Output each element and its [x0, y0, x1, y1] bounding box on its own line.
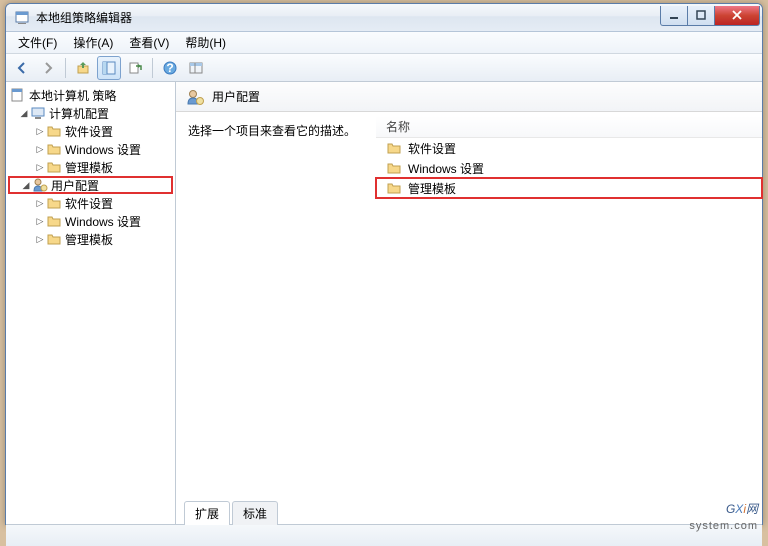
tree-label: Windows 设置 [65, 213, 141, 230]
window-title: 本地组策略编辑器 [36, 9, 660, 26]
back-button[interactable] [10, 56, 34, 80]
list-item-software[interactable]: 软件设置 [376, 138, 762, 158]
brand-suffix: 网 [746, 502, 758, 516]
brand-g: G [726, 502, 735, 516]
close-button[interactable] [714, 6, 760, 26]
user-icon [32, 177, 48, 193]
brand-url: system.com [689, 520, 758, 532]
tree-cc-software[interactable]: ▷ 软件设置 [8, 122, 173, 140]
content-area: 本地计算机 策略 ◢ 计算机配置 ▷ 软件设置 ▷ Windows 设置 ▷ 管… [6, 82, 762, 524]
tree-user-config[interactable]: ◢ 用户配置 [8, 176, 173, 194]
folder-icon [386, 180, 402, 196]
column-label: 名称 [386, 118, 410, 135]
minimize-button[interactable] [660, 6, 688, 26]
expand-icon[interactable]: ▷ [34, 143, 46, 155]
column-header-name[interactable]: 名称 [376, 116, 762, 138]
toolbar-separator [152, 58, 153, 78]
tree-label: Windows 设置 [65, 141, 141, 158]
item-label: 管理模板 [408, 180, 456, 197]
tree-uc-windows[interactable]: ▷ Windows 设置 [8, 212, 173, 230]
tab-extended[interactable]: 扩展 [184, 501, 230, 525]
folder-icon [46, 123, 62, 139]
folder-icon [46, 159, 62, 175]
detail-body: 选择一个项目来查看它的描述。 名称 软件设置 Windows 设置 [176, 112, 762, 500]
toolbar: ? [6, 54, 762, 82]
folder-icon [46, 213, 62, 229]
menu-view[interactable]: 查看(V) [121, 32, 177, 53]
folder-icon [386, 140, 402, 156]
tree-label: 用户配置 [51, 177, 99, 194]
collapse-icon[interactable]: ◢ [20, 179, 32, 191]
tree-pane[interactable]: 本地计算机 策略 ◢ 计算机配置 ▷ 软件设置 ▷ Windows 设置 ▷ 管… [6, 82, 176, 524]
main-window: 本地组策略编辑器 文件(F) 操作(A) 查看(V) 帮助(H) ? 本地计算机… [5, 3, 763, 525]
detail-header: 用户配置 [176, 82, 762, 112]
detail-pane: 用户配置 选择一个项目来查看它的描述。 名称 软件设置 Wind [176, 82, 762, 524]
tree-computer-config[interactable]: ◢ 计算机配置 [8, 104, 173, 122]
titlebar[interactable]: 本地组策略编辑器 [6, 4, 762, 32]
item-list-panel: 名称 软件设置 Windows 设置 管理模板 [376, 112, 762, 500]
toolbar-separator [65, 58, 66, 78]
expand-icon[interactable]: ▷ [34, 125, 46, 137]
statusbar [6, 524, 762, 546]
description-prompt: 选择一个项目来查看它的描述。 [188, 122, 364, 139]
tree-label: 软件设置 [65, 123, 113, 140]
menu-file[interactable]: 文件(F) [10, 32, 65, 53]
tree-root[interactable]: 本地计算机 策略 [8, 86, 173, 104]
list-item-windows[interactable]: Windows 设置 [376, 158, 762, 178]
folder-icon [46, 195, 62, 211]
expand-icon[interactable]: ▷ [34, 215, 46, 227]
item-label: 软件设置 [408, 140, 456, 157]
list-item-templates[interactable]: 管理模板 [376, 178, 762, 198]
item-label: Windows 设置 [408, 160, 484, 177]
tree-label: 管理模板 [65, 159, 113, 176]
expand-icon[interactable]: ▷ [34, 197, 46, 209]
tree-cc-templates[interactable]: ▷ 管理模板 [8, 158, 173, 176]
tree-label: 软件设置 [65, 195, 113, 212]
svg-text:?: ? [166, 61, 173, 75]
menu-action[interactable]: 操作(A) [65, 32, 121, 53]
tree-label: 管理模板 [65, 231, 113, 248]
policy-icon [10, 87, 26, 103]
export-button[interactable] [123, 56, 147, 80]
tree-cc-windows[interactable]: ▷ Windows 设置 [8, 140, 173, 158]
expand-icon[interactable]: ▷ [34, 233, 46, 245]
detail-title: 用户配置 [212, 88, 260, 105]
tree-label: 本地计算机 策略 [29, 87, 116, 104]
folder-icon [46, 141, 62, 157]
filter-button[interactable] [184, 56, 208, 80]
tree-uc-software[interactable]: ▷ 软件设置 [8, 194, 173, 212]
folder-icon [46, 231, 62, 247]
detail-tabs: 扩展 标准 [176, 500, 762, 524]
tree-label: 计算机配置 [49, 105, 109, 122]
forward-button[interactable] [36, 56, 60, 80]
help-button[interactable]: ? [158, 56, 182, 80]
app-icon [14, 10, 30, 26]
user-icon [186, 88, 204, 106]
menubar: 文件(F) 操作(A) 查看(V) 帮助(H) [6, 32, 762, 54]
menu-help[interactable]: 帮助(H) [177, 32, 234, 53]
properties-button[interactable] [97, 56, 121, 80]
up-button[interactable] [71, 56, 95, 80]
maximize-button[interactable] [687, 6, 715, 26]
folder-icon [386, 160, 402, 176]
collapse-icon[interactable]: ◢ [18, 107, 30, 119]
tab-standard[interactable]: 标准 [232, 501, 278, 525]
tree-uc-templates[interactable]: ▷ 管理模板 [8, 230, 173, 248]
watermark: GXi网 system.com [689, 489, 758, 532]
description-panel: 选择一个项目来查看它的描述。 [176, 112, 376, 500]
expand-icon[interactable]: ▷ [34, 161, 46, 173]
computer-icon [30, 105, 46, 121]
